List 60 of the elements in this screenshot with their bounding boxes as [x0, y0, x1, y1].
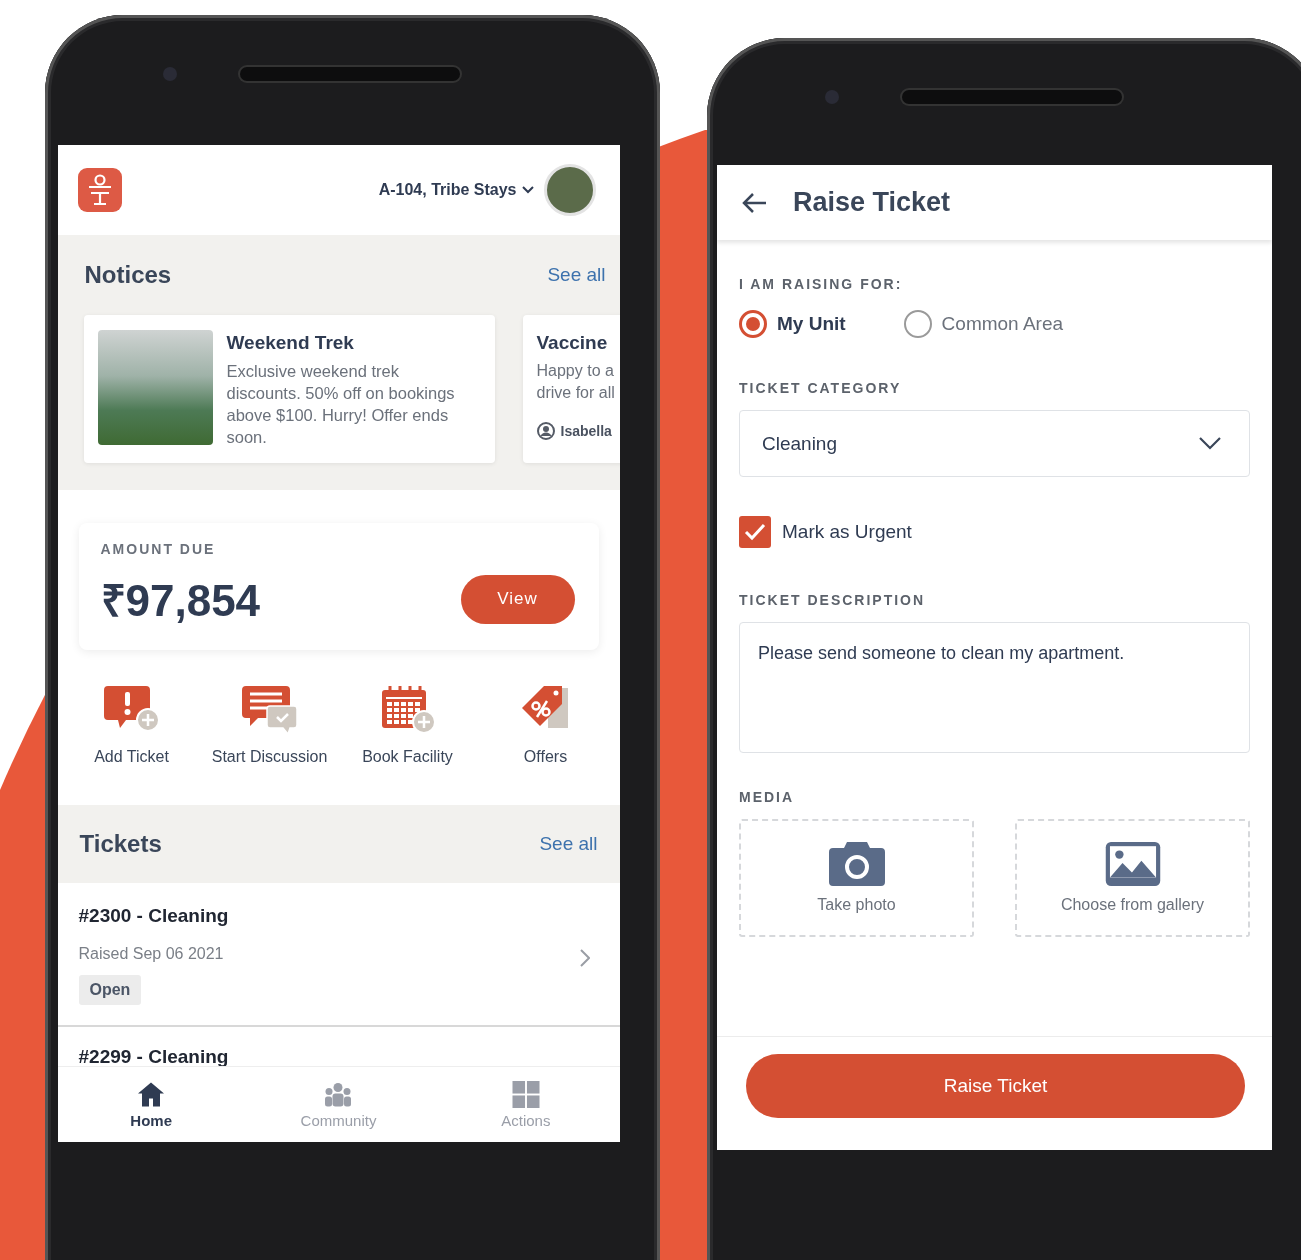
nav-tab[interactable]: Home: [57, 1067, 245, 1142]
field-label: I AM RAISING FOR:: [739, 276, 904, 292]
quick-action-label: Start Discussion: [211, 748, 328, 766]
notice-title: Vaccine: [536, 332, 609, 354]
ticket-title[interactable]: #2299 - Cleaning: [78, 1046, 599, 1068]
see-all-link[interactable]: See all: [539, 833, 598, 855]
media-upload-button[interactable]: Choose from gallery: [1015, 819, 1250, 937]
user-icon: [536, 422, 555, 440]
chevron-right-icon: [579, 949, 590, 967]
quick-action-label: Add Ticket: [94, 748, 169, 766]
app-logo: [77, 168, 122, 212]
quick-action[interactable]: Add Ticket: [62, 684, 201, 766]
amount-label: AMOUNT DUE: [100, 541, 217, 557]
avatar[interactable]: [543, 164, 596, 216]
image-icon: [1104, 842, 1161, 886]
field-label: TICKET DESCRIPTION: [739, 592, 927, 608]
media-upload-button[interactable]: Take photo: [739, 819, 974, 937]
screen-title: Raise Ticket: [793, 187, 951, 218]
quick-action-label: Book Facility: [362, 748, 453, 766]
status-badge: Open: [78, 975, 142, 1005]
home-icon: [137, 1081, 166, 1108]
notice-card[interactable]: Weekend Trek Exclusive weekend trek discounts. 50% off on bookings above $100. Hurry! Offer ends soon.: [83, 315, 495, 463]
location-selector[interactable]: A-104, Tribe Stays: [378, 181, 534, 199]
chat-bubbles-icon: [241, 684, 298, 734]
quick-action[interactable]: Offers: [476, 684, 615, 766]
back-arrow-icon[interactable]: [741, 191, 767, 214]
notice-title: Weekend Trek: [226, 332, 355, 354]
calendar-plus-icon: [379, 684, 436, 734]
notice-text: Happy to a: [536, 361, 615, 381]
camera-lens: [825, 90, 839, 104]
view-button[interactable]: View: [460, 574, 575, 624]
notice-card[interactable]: Vaccine Happy to a drive for all Isabella: [522, 315, 620, 463]
description-field[interactable]: Please send someone to clean my apartment.: [739, 622, 1250, 753]
notice-text: Exclusive weekend trek discounts. 50% off on bookings above $100. Hurry! Offer ends soon.: [226, 361, 456, 448]
ticket-row[interactable]: #2300 - Cleaning Raised Sep 06 2021 Open: [57, 883, 620, 1027]
check-icon: [744, 523, 766, 541]
author-name: Isabella: [560, 423, 612, 439]
ticket-title: #2300 - Cleaning: [78, 905, 230, 927]
radio-option[interactable]: My Unit: [739, 310, 846, 338]
urgent-checkbox[interactable]: Mark as Urgent: [739, 516, 1250, 548]
category-dropdown[interactable]: Cleaning: [739, 410, 1250, 477]
grid-icon: [511, 1081, 540, 1108]
amount-value: ₹97,854: [100, 575, 261, 627]
camera-lens: [163, 67, 177, 81]
caret-icon: [521, 186, 534, 194]
people-group-icon: [324, 1081, 353, 1108]
section-title: Tickets: [79, 830, 162, 858]
camera-icon: [828, 842, 885, 886]
quick-action[interactable]: Book Facility: [338, 684, 477, 766]
section-title: Notices: [84, 261, 172, 289]
raise-ticket-button[interactable]: Raise Ticket: [746, 1054, 1245, 1118]
field-label: MEDIA: [739, 789, 796, 805]
chevron-down-icon: [1199, 437, 1221, 450]
see-all-link[interactable]: See all: [547, 264, 606, 286]
radio-option[interactable]: Common Area: [903, 310, 1064, 338]
notice-text: drive for all: [536, 383, 616, 403]
ticket-date: Raised Sep 06 2021: [78, 945, 224, 963]
quick-action-label: Offers: [523, 748, 568, 766]
field-label: TICKET CATEGORY: [739, 380, 903, 396]
quick-action[interactable]: Start Discussion: [200, 684, 339, 766]
